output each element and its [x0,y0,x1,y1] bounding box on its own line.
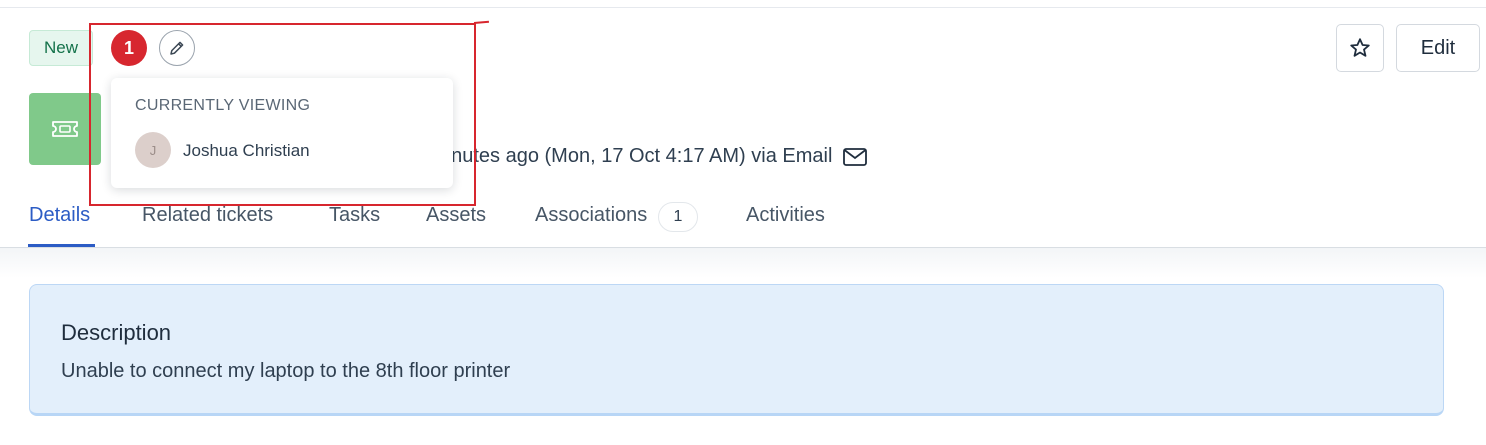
ticket-icon [52,121,78,137]
tab-tasks[interactable]: Tasks [329,204,380,227]
tab-details[interactable]: Details [29,204,90,227]
description-card: Description Unable to connect my laptop … [29,284,1444,416]
tab-assets[interactable]: Assets [426,204,486,227]
header-divider [0,7,1486,8]
star-icon [1350,38,1370,57]
ticket-tabs: Details Related tickets Tasks Assets Ass… [0,190,1486,248]
email-icon [843,147,868,166]
status-badge: New [29,30,93,66]
associations-count-badge: 1 [658,202,698,232]
ticket-meta-text: minutes ago (Mon, 17 Oct 4:17 AM) via Em… [430,145,833,167]
tab-related-tickets[interactable]: Related tickets [142,204,273,227]
ticket-meta: minutes ago (Mon, 17 Oct 4:17 AM) via Em… [430,145,868,168]
favorite-button[interactable] [1336,24,1384,72]
content-shadow [0,248,1486,278]
edit-button[interactable]: Edit [1396,24,1480,72]
description-title: Description [61,320,172,345]
tab-associations[interactable]: Associations [535,204,647,227]
highlight-box [89,23,476,206]
description-body: Unable to connect my laptop to the 8th f… [61,360,511,382]
highlight-box-tail [473,20,490,24]
tab-activities[interactable]: Activities [746,204,825,227]
